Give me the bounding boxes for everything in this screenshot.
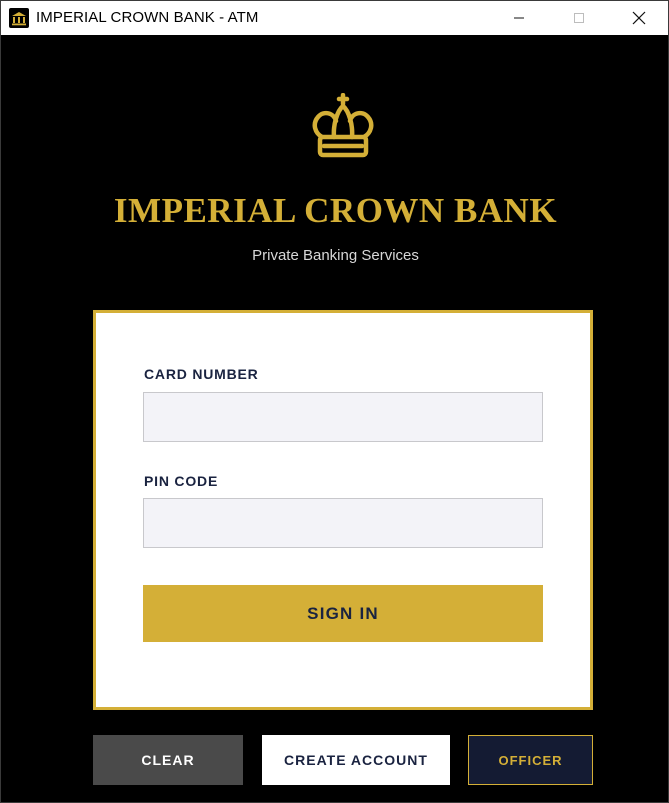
bank-icon bbox=[9, 8, 29, 28]
maximize-icon bbox=[574, 13, 584, 23]
window-title: IMPERIAL CROWN BANK - ATM bbox=[36, 9, 259, 26]
login-card: CARD NUMBER PIN CODE SIGN IN bbox=[93, 310, 593, 710]
card-number-label: CARD NUMBER bbox=[144, 366, 259, 382]
create-account-button[interactable]: CREATE ACCOUNT bbox=[262, 735, 450, 785]
bank-name: IMPERIAL CROWN BANK bbox=[113, 191, 558, 230]
atm-window: IMPERIAL CROWN BANK - ATM IMPERIAL CROWN… bbox=[0, 0, 669, 803]
sign-in-button[interactable]: SIGN IN bbox=[143, 585, 543, 642]
title-bar[interactable]: IMPERIAL CROWN BANK - ATM bbox=[1, 1, 668, 35]
minimize-button[interactable] bbox=[496, 1, 542, 35]
maximize-button[interactable] bbox=[556, 1, 602, 35]
officer-button[interactable]: OFFICER bbox=[468, 735, 593, 785]
minimize-icon bbox=[514, 17, 524, 19]
close-button[interactable] bbox=[616, 1, 662, 35]
bank-tagline: Private Banking Services bbox=[252, 247, 419, 264]
pin-code-input[interactable] bbox=[143, 498, 543, 548]
card-number-input[interactable] bbox=[143, 392, 543, 442]
close-icon bbox=[632, 11, 646, 25]
crown-icon bbox=[312, 93, 374, 158]
pin-code-label: PIN CODE bbox=[144, 473, 219, 489]
clear-button[interactable]: CLEAR bbox=[93, 735, 243, 785]
